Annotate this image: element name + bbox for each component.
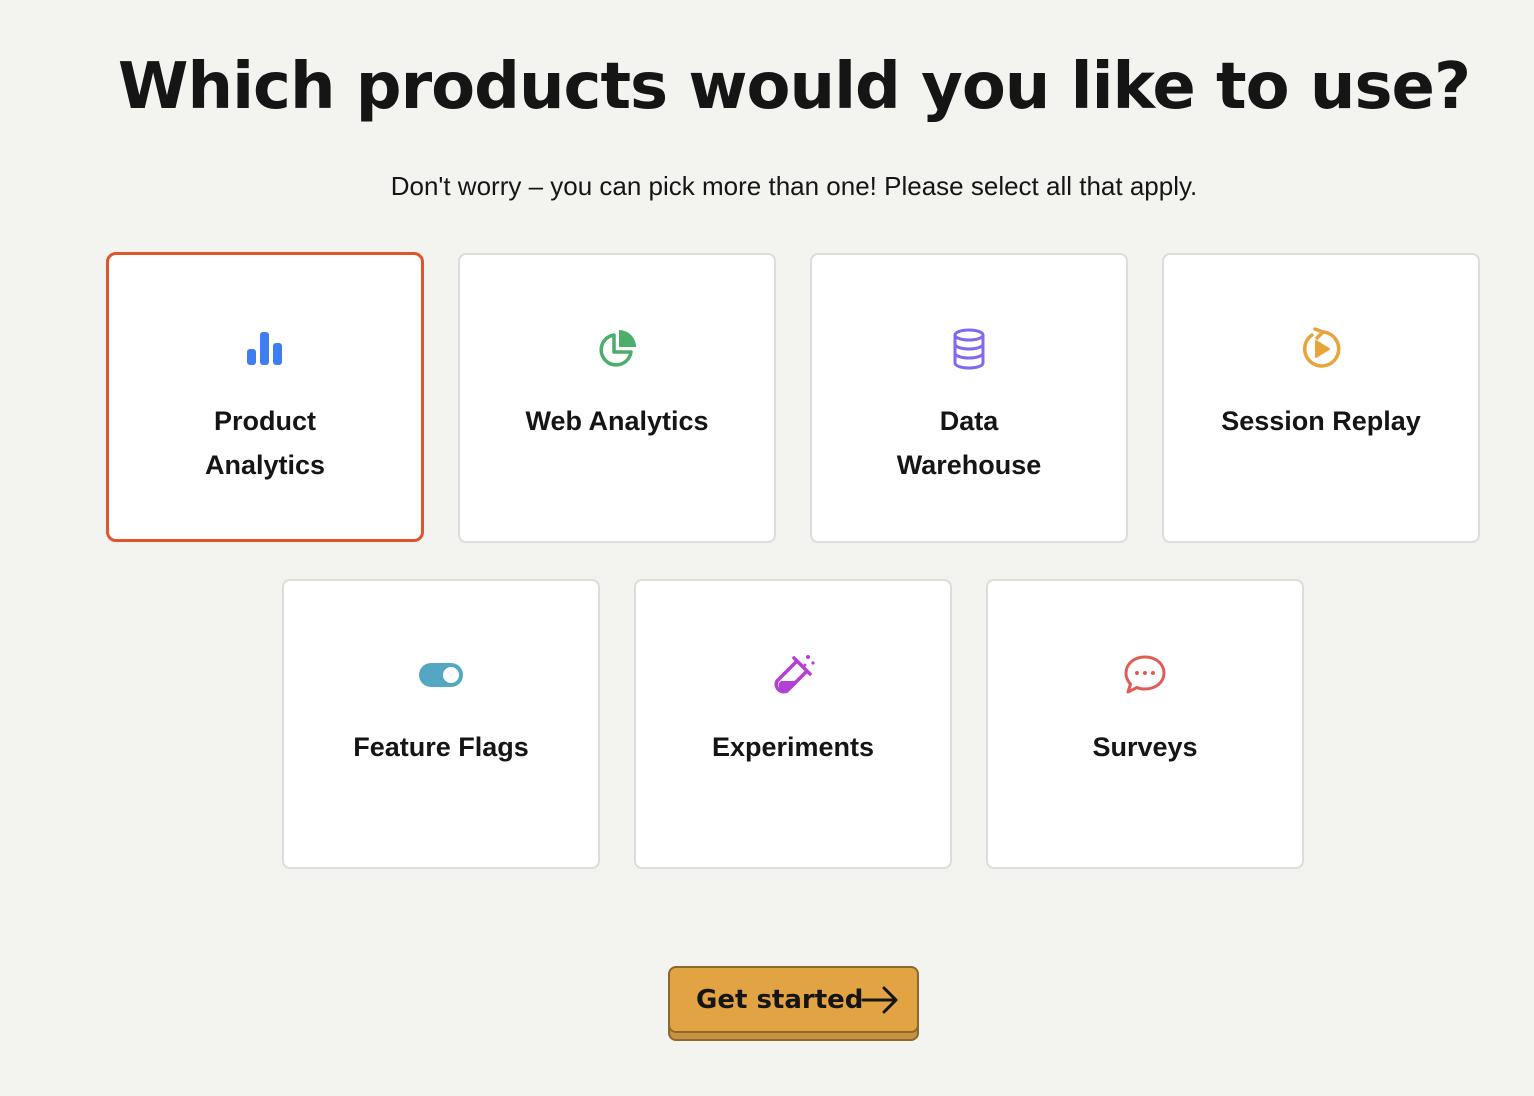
product-card-label: Experiments bbox=[711, 732, 875, 762]
toggle-icon bbox=[284, 653, 598, 697]
product-card-label: Web Analytics bbox=[525, 406, 709, 436]
get-started-button[interactable]: Get started bbox=[668, 966, 919, 1033]
page-title: Which products would you like to use? bbox=[117, 50, 1471, 124]
product-card-label: Surveys bbox=[1092, 732, 1198, 762]
product-card-label: Feature Flags bbox=[353, 732, 529, 762]
flask-icon bbox=[636, 653, 950, 697]
product-card-feature-flags[interactable]: Feature Flags bbox=[282, 579, 600, 869]
product-card-web-analytics[interactable]: Web Analytics bbox=[458, 253, 776, 543]
product-card-product-analytics[interactable]: Product Analytics bbox=[106, 252, 424, 542]
chat-bubble-icon bbox=[988, 653, 1302, 697]
product-card-surveys[interactable]: Surveys bbox=[986, 579, 1304, 869]
product-card-label: Product Analytics bbox=[204, 406, 326, 480]
get-started-label: Get started bbox=[696, 984, 864, 1015]
get-started-button-wrapper: Get started bbox=[668, 966, 919, 1041]
bar-chart-icon bbox=[109, 327, 421, 371]
arrow-right-icon bbox=[860, 982, 900, 1025]
replay-icon bbox=[1164, 327, 1478, 371]
page-subtitle: Don't worry – you can pick more than one… bbox=[390, 171, 1198, 201]
product-card-label: Data Warehouse bbox=[896, 406, 1042, 480]
product-card-data-warehouse[interactable]: Data Warehouse bbox=[810, 253, 1128, 543]
product-card-session-replay[interactable]: Session Replay bbox=[1162, 253, 1480, 543]
product-card-experiments[interactable]: Experiments bbox=[634, 579, 952, 869]
database-icon bbox=[812, 327, 1126, 371]
product-card-label: Session Replay bbox=[1221, 406, 1421, 436]
pie-chart-icon bbox=[460, 327, 774, 371]
